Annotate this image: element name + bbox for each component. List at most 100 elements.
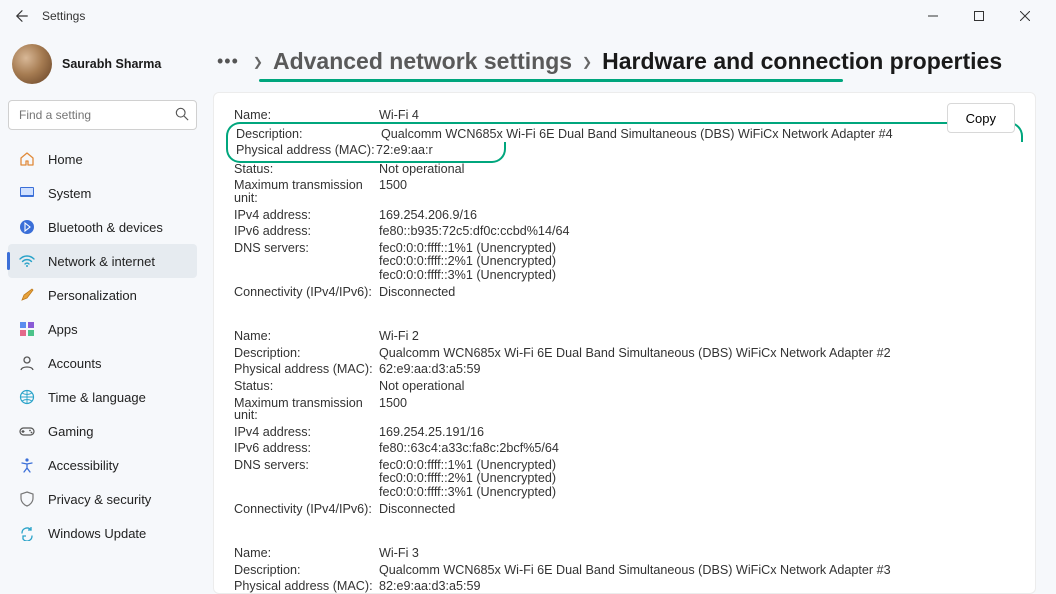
- apps-icon: [18, 320, 36, 338]
- property-row: Description:Qualcomm WCN685x Wi-Fi 6E Du…: [234, 345, 1015, 362]
- property-value: Wi-Fi 4: [379, 109, 1015, 122]
- chevron-right-icon: ❯: [582, 55, 592, 69]
- sidebar-item-home[interactable]: Home: [8, 142, 197, 176]
- back-button[interactable]: [8, 2, 36, 30]
- property-value: fec0:0:0:ffff::2%1 (Unencrypted): [379, 472, 1015, 485]
- property-label: IPv4 address:: [234, 209, 379, 222]
- nav-list: HomeSystem Bluetooth & devices Network & i…: [8, 142, 197, 550]
- content-card: Copy Name:Wi-Fi 4Description:Qualcomm WC…: [213, 92, 1036, 594]
- brush-icon: [18, 286, 36, 304]
- property-label: Name:: [234, 547, 379, 560]
- property-row: Name:Wi-Fi 3: [234, 545, 1015, 562]
- sidebar-item-label: Windows Update: [48, 526, 146, 541]
- property-value: fec0:0:0:ffff::1%1 (Unencrypted): [379, 459, 1015, 472]
- property-value: fec0:0:0:ffff::1%1 (Unencrypted)fec0:0:0…: [379, 242, 1015, 282]
- property-value: fec0:0:0:ffff::1%1 (Unencrypted): [379, 242, 1015, 255]
- highlight-underline: [259, 79, 843, 82]
- person-icon: [18, 354, 36, 372]
- minimize-button[interactable]: [910, 0, 956, 32]
- sidebar-item-label: Bluetooth & devices: [48, 220, 163, 235]
- property-label: Description:: [234, 564, 379, 577]
- shield-icon: [18, 490, 36, 508]
- main-panel: ••• ❯ Advanced network settings ❯ Hardwa…: [205, 32, 1056, 594]
- sidebar-item-system[interactable]: System: [8, 176, 197, 210]
- property-row: Connectivity (IPv4/IPv6):Disconnected: [234, 501, 1015, 518]
- breadcrumb-parent[interactable]: Advanced network settings: [273, 48, 572, 75]
- property-row: Description:Qualcomm WCN685x Wi-Fi 6E Du…: [236, 126, 1013, 143]
- property-label: Connectivity (IPv4/IPv6):: [234, 503, 379, 516]
- property-label: Maximum transmission unit:: [234, 397, 379, 422]
- property-row: Status:Not operational: [234, 378, 1015, 395]
- wifi-icon: [18, 252, 36, 270]
- property-label: IPv6 address:: [234, 442, 379, 455]
- window-controls: [910, 0, 1048, 32]
- property-label: DNS servers:: [234, 242, 379, 282]
- sidebar-item-apps[interactable]: Apps: [8, 312, 197, 346]
- property-value: 169.254.206.9/16: [379, 209, 1015, 222]
- sidebar-item-accounts[interactable]: Accounts: [8, 346, 197, 380]
- property-label: Status:: [234, 380, 379, 393]
- property-value: Wi-Fi 3: [379, 547, 1015, 560]
- adapter-group: Name:Wi-Fi 3Description:Qualcomm WCN685x…: [234, 545, 1015, 594]
- profile-block[interactable]: Saurabh Sharma: [8, 40, 197, 94]
- sidebar-item-label: Accounts: [48, 356, 101, 371]
- sidebar-item-label: Apps: [48, 322, 78, 337]
- property-row: Maximum transmission unit:1500: [234, 177, 1015, 206]
- property-label: Description:: [236, 128, 381, 141]
- sidebar-item-label: Gaming: [48, 424, 94, 439]
- bluetooth-icon: [18, 218, 36, 236]
- sidebar-item-bluetooth-devices[interactable]: Bluetooth & devices: [8, 210, 197, 244]
- property-value: 1500: [379, 397, 1015, 422]
- close-button[interactable]: [1002, 0, 1048, 32]
- sidebar: Saurabh Sharma HomeSystem Bluetooth & dev…: [0, 32, 205, 594]
- property-value: Wi-Fi 2: [379, 330, 1015, 343]
- property-value: Qualcomm WCN685x Wi-Fi 6E Dual Band Simu…: [379, 564, 1015, 577]
- property-row: Physical address (MAC):72:e9:aa:r: [236, 142, 496, 159]
- property-row: Connectivity (IPv4/IPv6):Disconnected: [234, 284, 1015, 301]
- property-label: Description:: [234, 347, 379, 360]
- property-label: Status:: [234, 163, 379, 176]
- property-label: IPv6 address:: [234, 225, 379, 238]
- property-row: Physical address (MAC):82:e9:aa:d3:a5:59: [234, 578, 1015, 594]
- search-box[interactable]: [8, 100, 197, 130]
- update-icon: [18, 524, 36, 542]
- property-value: Qualcomm WCN685x Wi-Fi 6E Dual Band Simu…: [379, 347, 1015, 360]
- adapter-group: Name:Wi-Fi 4Description:Qualcomm WCN685x…: [234, 107, 1015, 300]
- sidebar-item-accessibility[interactable]: Accessibility: [8, 448, 197, 482]
- sidebar-item-personalization[interactable]: Personalization: [8, 278, 197, 312]
- property-value: fec0:0:0:ffff::2%1 (Unencrypted): [379, 255, 1015, 268]
- copy-button[interactable]: Copy: [947, 103, 1015, 133]
- property-row: Name:Wi-Fi 2: [234, 328, 1015, 345]
- adapter-group: Name:Wi-Fi 2Description:Qualcomm WCN685x…: [234, 328, 1015, 517]
- sidebar-item-privacy-security[interactable]: Privacy & security: [8, 482, 197, 516]
- globe-icon: [18, 388, 36, 406]
- property-row: Maximum transmission unit:1500: [234, 395, 1015, 424]
- property-value: Disconnected: [379, 286, 1015, 299]
- highlight-annotation: Physical address (MAC):72:e9:aa:r: [226, 142, 506, 163]
- property-label: Physical address (MAC):: [234, 580, 379, 593]
- sidebar-item-windows-update[interactable]: Windows Update: [8, 516, 197, 550]
- property-row: DNS servers:fec0:0:0:ffff::1%1 (Unencryp…: [234, 457, 1015, 501]
- property-value: 169.254.25.191/16: [379, 426, 1015, 439]
- maximize-button[interactable]: [956, 0, 1002, 32]
- window-title: Settings: [42, 9, 85, 23]
- property-row: IPv4 address:169.254.206.9/16: [234, 207, 1015, 224]
- sidebar-item-time-language[interactable]: Time & language: [8, 380, 197, 414]
- property-label: Physical address (MAC):: [236, 144, 376, 157]
- sidebar-item-network-internet[interactable]: Network & internet: [8, 244, 197, 278]
- property-value: Not operational: [379, 380, 1015, 393]
- search-input[interactable]: [8, 100, 197, 130]
- breadcrumb-overflow[interactable]: •••: [213, 51, 243, 72]
- property-value: 72:e9:aa:r: [376, 144, 496, 157]
- property-label: DNS servers:: [234, 459, 379, 499]
- property-row: Status:Not operational: [234, 161, 1015, 178]
- minimize-icon: [928, 11, 938, 21]
- property-value: 82:e9:aa:d3:a5:59: [379, 580, 1015, 593]
- property-row: Physical address (MAC):62:e9:aa:d3:a5:59: [234, 361, 1015, 378]
- arrow-left-icon: [15, 9, 29, 23]
- property-label: Name:: [234, 330, 379, 343]
- gaming-icon: [18, 422, 36, 440]
- maximize-icon: [974, 11, 984, 21]
- property-value: Disconnected: [379, 503, 1015, 516]
- sidebar-item-gaming[interactable]: Gaming: [8, 414, 197, 448]
